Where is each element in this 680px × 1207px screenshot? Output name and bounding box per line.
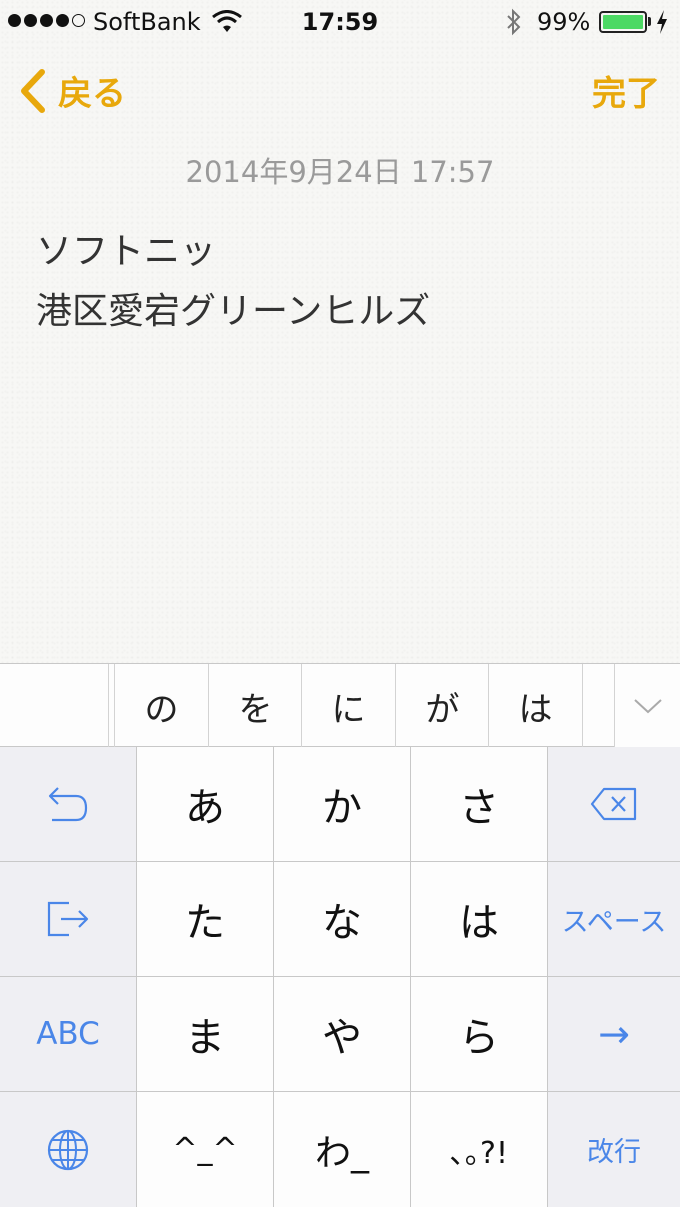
undo-icon: [48, 787, 88, 822]
battery-icon: [599, 11, 647, 33]
cursor-right-key[interactable]: →: [548, 977, 680, 1091]
candidate-4[interactable]: が: [396, 664, 489, 748]
key-ta[interactable]: た: [137, 862, 273, 976]
key-ma[interactable]: ま: [137, 977, 273, 1091]
note-date: 2014年9月24日 17:57: [185, 155, 495, 189]
bluetooth-icon: [504, 8, 524, 42]
charging-icon: [655, 9, 669, 41]
key-wa[interactable]: わ_: [274, 1092, 410, 1207]
key-sa[interactable]: さ: [411, 747, 547, 861]
battery-tip: [648, 17, 651, 26]
candidate-2[interactable]: を: [209, 664, 302, 748]
return-key[interactable]: 改行: [548, 1092, 680, 1207]
battery-percent: 99%: [537, 8, 591, 36]
back-label: 戻る: [58, 74, 126, 114]
status-bar: SoftBank 17:59 99%: [0, 0, 680, 44]
keyboard: あ か さ た な は スペース ABC ま や ら → ^_^ わ_ ､｡?!…: [0, 747, 680, 1207]
chevron-left-icon: [21, 68, 45, 113]
key-ha[interactable]: は: [411, 862, 547, 976]
delete-icon: [590, 787, 637, 821]
globe-key[interactable]: [0, 1092, 136, 1207]
key-na[interactable]: な: [274, 862, 410, 976]
space-key[interactable]: スペース: [548, 862, 680, 976]
next-input-icon: [47, 901, 89, 937]
undo-key[interactable]: [0, 747, 136, 861]
chevron-down-icon: [633, 699, 662, 714]
candidate-5[interactable]: は: [489, 664, 582, 748]
next-input-key[interactable]: [0, 862, 136, 976]
note-line-1[interactable]: ソフトニッ: [36, 222, 216, 274]
done-button[interactable]: 完了: [592, 66, 660, 115]
abc-key[interactable]: ABC: [0, 977, 136, 1091]
key-ra[interactable]: ら: [411, 977, 547, 1091]
key-punctuation[interactable]: ､｡?!: [411, 1092, 547, 1207]
candidate-bar: の を に が は: [0, 663, 680, 748]
candidate-1[interactable]: の: [115, 664, 208, 748]
candidate-3[interactable]: に: [302, 664, 395, 748]
key-a[interactable]: あ: [137, 747, 273, 861]
back-button[interactable]: 戻る: [20, 66, 126, 115]
key-ka[interactable]: か: [274, 747, 410, 861]
note-line-2[interactable]: 港区愛宕グリーンヒルズ: [36, 282, 430, 334]
key-emoticon[interactable]: ^_^: [137, 1092, 273, 1207]
expand-candidates-button[interactable]: [614, 664, 680, 748]
key-ya[interactable]: や: [274, 977, 410, 1091]
delete-key[interactable]: [548, 747, 680, 861]
globe-icon: [47, 1129, 89, 1170]
